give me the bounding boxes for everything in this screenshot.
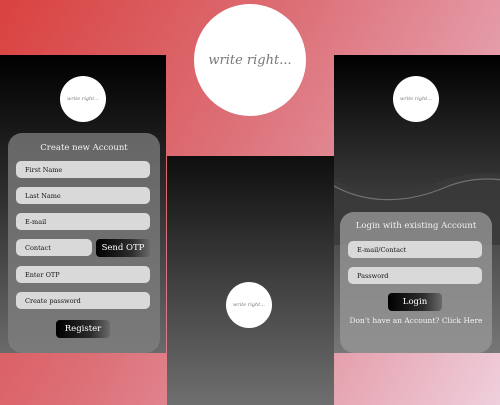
first-name-field[interactable]: First Name [16,161,150,178]
create-password-placeholder: Create password [25,296,81,305]
email-placeholder: E-mail [25,217,47,226]
first-name-placeholder: First Name [25,165,63,174]
click-here-link[interactable]: Click Here [442,316,483,325]
register-card: Create new Account First Name Last Name … [8,133,160,353]
no-account-text: Don't have an Account? [349,316,440,325]
create-password-field[interactable]: Create password [16,292,150,309]
signup-prompt: Don't have an Account? Click Here [340,316,492,325]
otp-field[interactable]: Enter OTP [16,266,150,283]
register-button[interactable]: Register [56,320,110,338]
login-title: Login with existing Account [355,221,477,231]
login-card: Login with existing Account E-mail/Conta… [340,212,492,353]
brand-logo-login: write right... [393,76,439,122]
contact-placeholder: Contact [25,243,51,252]
send-otp-button[interactable]: Send OTP [96,239,150,257]
login-password-field[interactable]: Password [348,267,482,284]
brand-logo-register: write right... [60,76,106,122]
brand-logo-text: write right... [232,302,265,308]
brand-logo-splash: write right... [226,282,272,328]
register-title: Create new Account [40,143,128,153]
login-email-contact-field[interactable]: E-mail/Contact [348,241,482,258]
last-name-placeholder: Last Name [25,191,61,200]
login-button[interactable]: Login [388,293,442,311]
login-email-contact-placeholder: E-mail/Contact [357,245,407,254]
contact-field[interactable]: Contact [16,239,92,256]
last-name-field[interactable]: Last Name [16,187,150,204]
login-password-placeholder: Password [357,271,389,280]
brand-logo-large: write right... [194,4,306,116]
email-field[interactable]: E-mail [16,213,150,230]
brand-logo-text: write right... [66,96,99,102]
otp-placeholder: Enter OTP [25,270,60,279]
splash-screen: write right... [167,156,334,405]
brand-logo-text: write right... [208,52,292,68]
brand-logo-text: write right... [399,96,432,102]
